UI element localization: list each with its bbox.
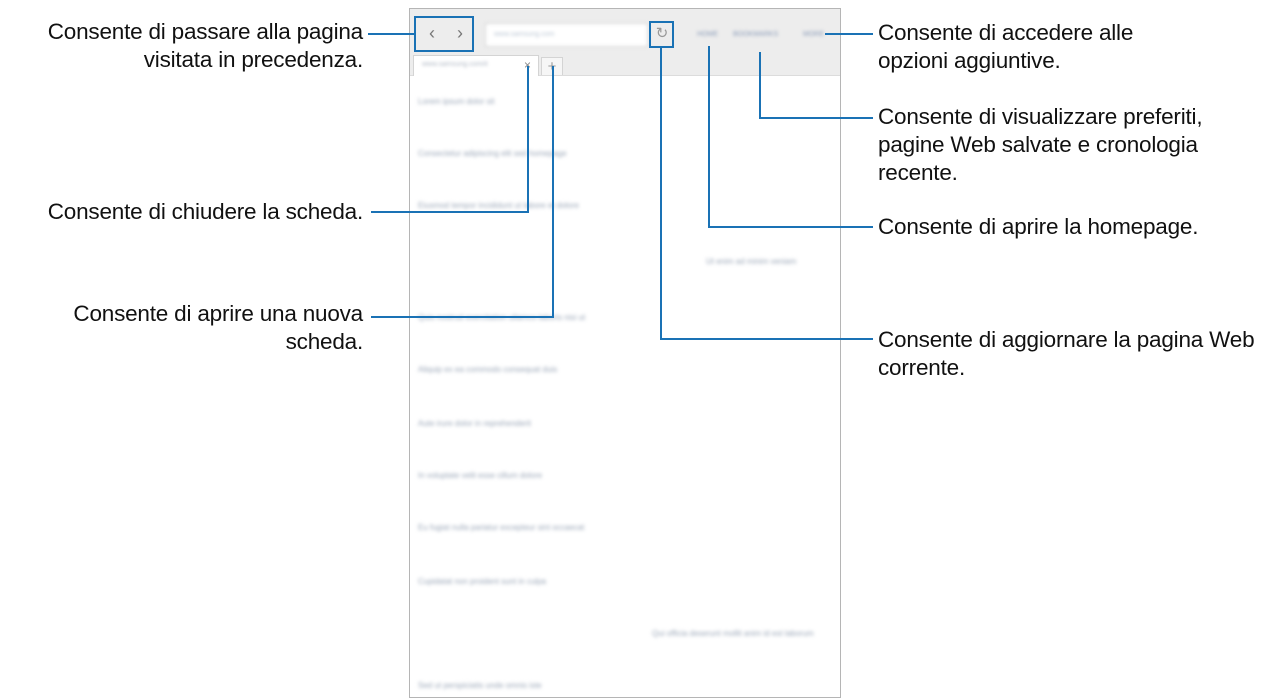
more-link[interactable]: MORE bbox=[803, 30, 824, 40]
content-line: Ut enim ad minim veniam bbox=[706, 257, 797, 266]
browser-tab[interactable]: www.samsung.com/it × bbox=[413, 55, 539, 76]
content-line: Aute irure dolor in reprehenderit bbox=[418, 419, 531, 428]
content-line: Quis nostrud exercitation ullamco labori… bbox=[418, 313, 586, 322]
browser-screenshot: ‹ › www.samsung.com ↻ HOME BOOKMARKS MOR… bbox=[409, 8, 841, 698]
content-line: Cupidatat non proident sunt in culpa bbox=[418, 577, 547, 586]
leader-line-back bbox=[368, 33, 416, 35]
bookmarks-link[interactable]: BOOKMARKS bbox=[733, 30, 778, 40]
callout-more-options: Consente di accedere alle opzioni aggiun… bbox=[878, 20, 1134, 73]
leader-line-home bbox=[708, 226, 873, 228]
url-field[interactable]: www.samsung.com bbox=[485, 23, 648, 47]
callout-new-tab: Consente di aprire una nuova scheda. bbox=[73, 301, 363, 354]
leader-line-bookmarks bbox=[759, 117, 873, 119]
callout-refresh: Consente di aggiornare la pagina Web cor… bbox=[878, 327, 1255, 380]
leader-line-refresh-vertical bbox=[660, 47, 662, 340]
callout-close-tab: Consente di chiudere la scheda. bbox=[47, 199, 363, 224]
leader-line-close-tab-vertical bbox=[527, 66, 529, 213]
refresh-highlight bbox=[649, 21, 674, 48]
tab-title: www.samsung.com/it bbox=[422, 61, 488, 68]
callout-home: Consente di aprire la homepage. bbox=[878, 214, 1199, 239]
home-link[interactable]: HOME bbox=[697, 30, 718, 40]
leader-line-new-tab-vertical bbox=[552, 66, 554, 318]
content-line: Consectetur adipiscing elit sed homepage bbox=[418, 149, 567, 158]
content-line: In voluptate velit esse cillum dolore bbox=[418, 471, 543, 480]
content-line: Qui officia deserunt mollit anim id est … bbox=[652, 629, 814, 638]
leader-line-more bbox=[825, 33, 873, 35]
content-line: Eiusmod tempor incididunt ut labore et d… bbox=[418, 201, 579, 210]
content-line: Lorem ipsum dolor sit bbox=[418, 97, 495, 106]
leader-line-close-tab bbox=[371, 211, 528, 213]
content-line: Sed ut perspiciatis unde omnis iste bbox=[418, 681, 542, 690]
callout-back: Consente di passare alla pagina visitata… bbox=[47, 19, 363, 72]
content-line: Eu fugiat nulla pariatur excepteur sint … bbox=[418, 523, 585, 532]
browser-toolbar: ‹ › www.samsung.com ↻ HOME BOOKMARKS MOR… bbox=[410, 9, 840, 76]
leader-line-home-vertical bbox=[708, 46, 710, 228]
leader-line-new-tab bbox=[371, 316, 553, 318]
content-line: Aliquip ex ea commodo consequat duis bbox=[418, 365, 558, 374]
leader-line-refresh bbox=[660, 338, 873, 340]
back-forward-highlight bbox=[414, 16, 474, 52]
callout-bookmarks: Consente di visualizzare preferiti, pagi… bbox=[878, 104, 1203, 185]
leader-line-bookmarks-vertical bbox=[759, 52, 761, 119]
